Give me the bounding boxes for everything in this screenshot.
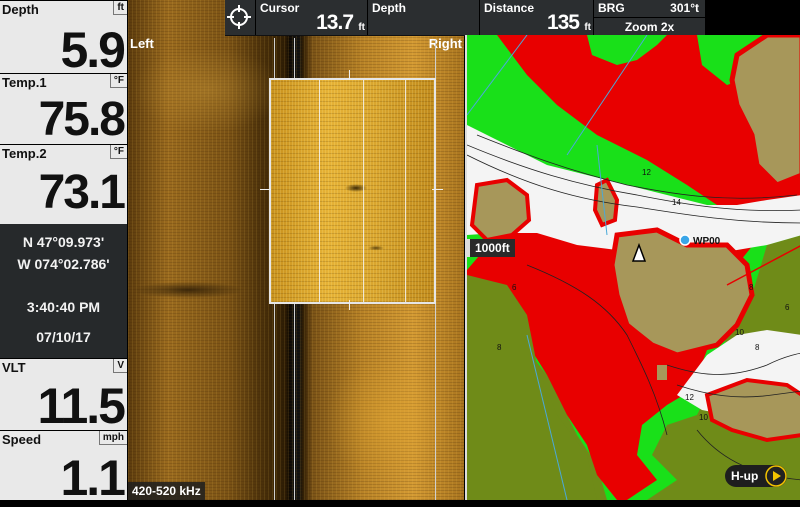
crosshair-icon	[227, 5, 251, 29]
cursor-unit: ft	[358, 22, 365, 33]
contour-label: 6	[785, 303, 790, 312]
orientation-button[interactable]: H-up	[725, 465, 787, 487]
sonar-right-label: Right	[428, 36, 462, 51]
voltage-unit: V	[113, 359, 127, 373]
cursor-label: Cursor	[260, 1, 300, 15]
temp1-box[interactable]: Temp.1 °F 75.8	[0, 73, 127, 146]
contour-label: 14	[672, 198, 681, 207]
sonar-left-label: Left	[130, 36, 154, 51]
distance-readout[interactable]: Distance 135 ft	[479, 0, 593, 35]
top-depth-label: Depth	[372, 1, 406, 15]
depth-unit: ft	[113, 1, 127, 15]
chart-view[interactable]: 12 14 6 8 10 8 6 12 10 6 8 WP00	[465, 35, 800, 500]
voltage-box[interactable]: VLT V 11.5	[0, 358, 127, 434]
bearing-readout[interactable]: BRG 301°t Zoom 2x	[593, 0, 705, 35]
contour-label: 8	[497, 343, 502, 352]
zoom-level: Zoom 2x	[594, 17, 705, 34]
date: 07/10/17	[36, 329, 91, 345]
cursor-button[interactable]	[225, 0, 255, 35]
orientation-label: H-up	[731, 469, 759, 483]
chart-map: 12 14 6 8 10 8 6 12 10 6 8 WP00	[467, 35, 800, 500]
distance-value: 135	[546, 11, 580, 34]
brg-label: BRG	[598, 1, 625, 15]
temp1-value: 75.8	[38, 93, 126, 146]
frequency-label: 420-520 kHz	[128, 482, 205, 500]
depth-box[interactable]: Depth ft 5.9	[0, 0, 127, 78]
depth-value: 5.9	[60, 22, 126, 78]
contour-label: 6	[512, 283, 517, 292]
contour-label: 10	[735, 328, 744, 337]
waypoint-label: WP00	[693, 236, 721, 247]
side-imaging-view[interactable]: Left Right 420-520 kHz	[128, 0, 464, 500]
cursor-value: 13.7	[316, 11, 354, 34]
temp1-label: Temp.1	[2, 75, 47, 90]
time: 3:40:40 PM	[26, 299, 101, 315]
position-box[interactable]: N 47°09.973' W 074°02.786'	[0, 226, 127, 288]
contour-label: 8	[749, 283, 754, 292]
zoom-grid-line	[363, 80, 364, 302]
speed-unit: mph	[98, 431, 127, 445]
waypoint-icon[interactable]	[679, 234, 691, 246]
zoom-tick-right	[432, 189, 443, 190]
temp2-box[interactable]: Temp.2 °F 73.1	[0, 144, 127, 224]
contour-label: 8	[755, 343, 760, 352]
data-panel: Depth ft 5.9 Temp.1 °F 75.8 Temp.2 °F 73…	[0, 0, 128, 506]
depth-readout[interactable]: Depth	[367, 0, 479, 35]
info-bar: Cursor 13.7 ft Depth Distance 135 ft BRG…	[225, 0, 705, 36]
longitude: W 074°02.786'	[17, 256, 110, 272]
depth-label: Depth	[2, 2, 39, 17]
zoom-grid-line	[319, 80, 320, 302]
speed-label: Speed	[2, 432, 42, 447]
contour-label: 12	[685, 393, 694, 402]
speed-box[interactable]: Speed mph 1.1	[0, 430, 127, 506]
temp2-value: 73.1	[38, 166, 126, 219]
temp1-unit: °F	[109, 74, 127, 88]
latitude: N 47°09.973'	[22, 234, 105, 250]
distance-unit: ft	[584, 22, 591, 33]
islet	[657, 365, 667, 380]
voltage-label: VLT	[2, 360, 26, 375]
voltage-value: 11.5	[37, 378, 126, 434]
cursor-readout[interactable]: Cursor 13.7 ft	[255, 0, 367, 35]
zoom-tick-bottom	[349, 300, 350, 310]
zoom-tick-left	[260, 189, 271, 190]
brg-value: 301°t	[670, 1, 699, 15]
zoom-window[interactable]	[269, 78, 436, 304]
contour-label: 12	[642, 168, 651, 177]
distance-label: Distance	[484, 1, 535, 15]
temp2-unit: °F	[109, 145, 127, 159]
temp2-label: Temp.2	[2, 146, 47, 161]
scale-indicator: 1000ft	[467, 239, 515, 257]
time-box[interactable]: 3:40:40 PM 07/10/17	[0, 290, 127, 358]
speed-value: 1.1	[60, 450, 126, 506]
play-arrow-icon	[765, 465, 787, 487]
zoom-grid-line	[405, 80, 406, 302]
zoom-tick-top	[349, 70, 350, 80]
contour-label: 10	[699, 413, 708, 422]
